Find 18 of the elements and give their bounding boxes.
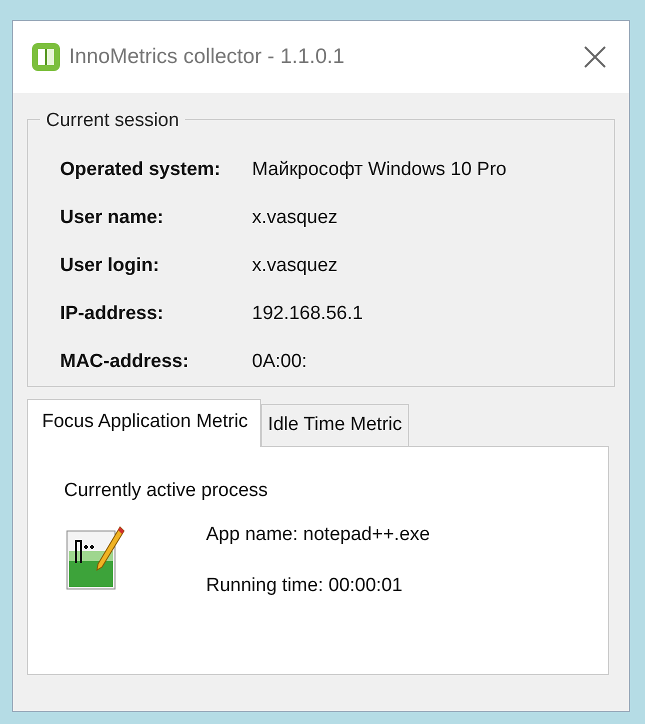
field-value: 192.168.56.1	[252, 302, 363, 326]
field-value: 0A:00:	[252, 350, 307, 374]
info-text: Running time: 00:00:01	[206, 574, 404, 598]
field-label: User login:	[60, 254, 160, 278]
app-logo-icon	[31, 42, 61, 72]
field-value: x.vasquez	[252, 254, 338, 278]
field-value: Майкрософт Windows 10 Pro	[252, 158, 506, 182]
info-text: App name: notepad++.exe	[206, 523, 430, 547]
tab[interactable]: Idle Time Metric	[260, 404, 410, 446]
field-label: Operated system:	[60, 158, 222, 182]
field-value: x.vasquez	[252, 206, 338, 230]
field-label: IP-address:	[60, 302, 164, 326]
field-label: MAC-address:	[60, 350, 190, 374]
section-heading: Currently active process	[64, 478, 269, 502]
notepad-icon	[64, 525, 126, 591]
field-label: User name:	[60, 206, 164, 230]
window-title: InnoMetrics collector - 1.1.0.1	[69, 44, 344, 70]
tab[interactable]: Focus Application Metric	[27, 399, 261, 446]
